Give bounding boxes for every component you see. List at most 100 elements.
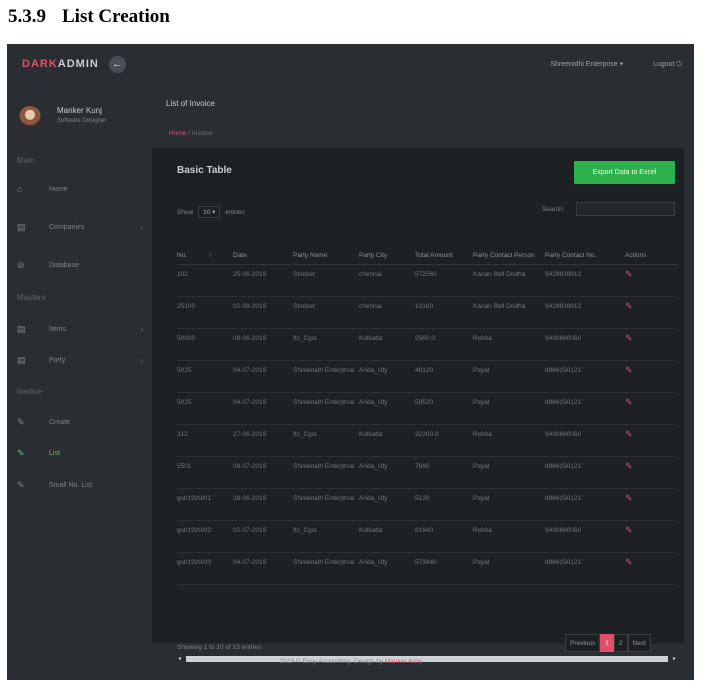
card-title: Basic Table xyxy=(177,165,232,176)
sidebar-item-label: List xyxy=(49,450,60,457)
sidebar-item-list[interactable]: ✎ List xyxy=(17,448,147,462)
table-cell: Kanan Bell Dodha xyxy=(473,264,545,297)
table-cell: Shreenath Enterprise xyxy=(293,552,359,585)
table-cell: Kolkatta xyxy=(359,328,415,361)
actions-cell: ✎ xyxy=(625,520,677,553)
table-cell: 8866250121 xyxy=(545,552,625,585)
export-excel-button[interactable]: Export Data to Excel xyxy=(574,161,675,184)
create-icon: ✎ xyxy=(17,417,25,427)
app-window: DARKADMIN ← Shreenidhi Enterprise ▾ Logo… xyxy=(7,44,694,680)
actions-cell: ✎ xyxy=(625,360,677,393)
brand-logo[interactable]: DARKADMIN xyxy=(22,58,99,70)
column-header[interactable]: No. ↑ xyxy=(177,226,233,265)
next-page-button[interactable]: Next xyxy=(627,634,651,652)
chevron-right-icon: ‹ xyxy=(140,325,143,334)
edit-icon[interactable]: ✎ xyxy=(625,525,633,535)
table-cell: chennai xyxy=(359,264,415,297)
edit-icon[interactable]: ✎ xyxy=(625,461,633,471)
logout-label: Logout xyxy=(653,61,675,68)
edit-icon[interactable]: ✎ xyxy=(625,301,633,311)
column-header[interactable]: Party Contact No. xyxy=(545,226,625,265)
sidebar-item-label: Items xyxy=(49,326,67,333)
table-header-row: No. ↑ Date Party Name Party City Total A… xyxy=(177,226,677,265)
footer-author-link[interactable]: Manker Kunj xyxy=(385,658,422,665)
chevron-right-icon: ‹ xyxy=(140,356,143,365)
company-name: Shreenidhi Enterprise xyxy=(550,61,618,68)
sidebar-item-create[interactable]: ✎ Create xyxy=(17,417,147,431)
table-cell: Rekha xyxy=(473,520,545,553)
brand-part-1: DARK xyxy=(22,58,58,70)
column-header[interactable]: Total Amount xyxy=(415,226,473,265)
logout-icon: ⏻ xyxy=(676,61,682,68)
footer-text: 2019 © Easy Accounting. Design by xyxy=(279,658,384,665)
edit-icon[interactable]: ✎ xyxy=(625,365,633,375)
table-cell: Kolkatta xyxy=(359,424,415,457)
sidebar-item-label: Create xyxy=(49,419,71,426)
company-dropdown[interactable]: Shreenidhi Enterprise ▾ xyxy=(536,61,623,68)
pagination: Previous 1 2 Next xyxy=(565,634,651,652)
table-row: gst/1920/01 28-06-2019 Shreenath Enterpris… xyxy=(177,488,677,521)
column-header[interactable]: Party Contact Person xyxy=(473,226,545,265)
table-cell: 08-06-2019 xyxy=(233,328,293,361)
table-cell: Payal xyxy=(473,392,545,425)
breadcrumb-current: Invoice xyxy=(191,130,213,137)
chevron-right-icon: ‹ xyxy=(140,223,143,232)
search-input[interactable] xyxy=(576,202,675,216)
entries-select[interactable]: 10 ▾ xyxy=(198,206,221,218)
table-cell: Anda_city xyxy=(359,488,415,521)
table-cell: gst/1920/01 xyxy=(177,488,233,521)
edit-icon[interactable]: ✎ xyxy=(625,493,633,503)
logout-link[interactable]: Logout ⏻ xyxy=(639,61,682,68)
sidebar-item-home[interactable]: ⌂ Home xyxy=(17,184,147,198)
table-cell: Rekha xyxy=(473,424,545,457)
page-2-button[interactable]: 2 xyxy=(613,634,628,652)
table-cell: 59520 xyxy=(415,392,473,425)
actions-cell: ✎ xyxy=(625,552,677,585)
sidebar-item-database[interactable]: ⊘ Database xyxy=(17,260,147,274)
column-header[interactable]: Date xyxy=(233,226,293,265)
table-row: 312 27-06-2019 Itc_Cgst Kolkatta 32200.0 Rekh… xyxy=(177,424,677,457)
breadcrumb-home[interactable]: Home xyxy=(169,130,186,137)
top-bar: DARKADMIN ← Shreenidhi Enterprise ▾ Logo… xyxy=(7,44,694,84)
sidebar-toggle-button[interactable]: ← xyxy=(109,56,126,73)
table-cell: 25100 xyxy=(177,296,233,329)
table-cell: 9400660060 xyxy=(545,520,625,553)
sidebar-item-items[interactable]: ▤ Items ‹ xyxy=(17,324,147,338)
table-cell: chennai xyxy=(359,296,415,329)
sidebar: Manker Kunj Software Designer Main ⌂ Hom… xyxy=(7,84,153,644)
table-cell: 102 xyxy=(177,264,233,297)
edit-icon[interactable]: ✎ xyxy=(625,397,633,407)
table-cell: 46120 xyxy=(415,360,473,393)
edit-icon[interactable]: ✎ xyxy=(625,557,633,567)
actions-cell: ✎ xyxy=(625,328,677,361)
edit-icon[interactable]: ✎ xyxy=(625,429,633,439)
column-header[interactable]: Party City xyxy=(359,226,415,265)
section-masters: Masters xyxy=(17,293,46,302)
table-cell: gst/1920/02 xyxy=(177,520,233,553)
table-cell: 5120 xyxy=(415,488,473,521)
table-cell: Shreenath Enterprise xyxy=(293,488,359,521)
entries-select-value: 10 xyxy=(203,209,211,216)
table-cell: 312 xyxy=(177,424,233,457)
sidebar-item-companies[interactable]: ▤ Companies ‹ xyxy=(17,222,147,236)
items-icon: ▤ xyxy=(17,324,26,334)
breadcrumb-separator: / xyxy=(188,130,190,137)
table-cell: 04-07-2019 xyxy=(233,360,293,393)
table-cell: Anda_city xyxy=(359,552,415,585)
table-cell: Anda_city xyxy=(359,456,415,489)
actions-cell: ✎ xyxy=(625,424,677,457)
sidebar-item-label: Party xyxy=(49,357,66,364)
sidebar-item-party[interactable]: ▤ Party ‹ xyxy=(17,355,147,369)
sidebar-item-label: Database xyxy=(49,262,79,269)
table-cell: 5025 xyxy=(177,360,233,393)
actions-cell: ✎ xyxy=(625,392,677,425)
edit-icon[interactable]: ✎ xyxy=(625,269,633,279)
previous-page-button[interactable]: Previous xyxy=(565,634,601,652)
edit-icon[interactable]: ✎ xyxy=(625,333,633,343)
table-cell: 8866250121 xyxy=(545,488,625,521)
table-row: 5501 09-07-2019 Shreenath Enterprise Anda_c… xyxy=(177,456,677,489)
column-header[interactable]: Party Name xyxy=(293,226,359,265)
page-1-button[interactable]: 1 xyxy=(600,634,614,652)
sidebar-item-small-list[interactable]: ✎ Small No. List xyxy=(17,480,147,494)
table-cell: 8866250121 xyxy=(545,392,625,425)
